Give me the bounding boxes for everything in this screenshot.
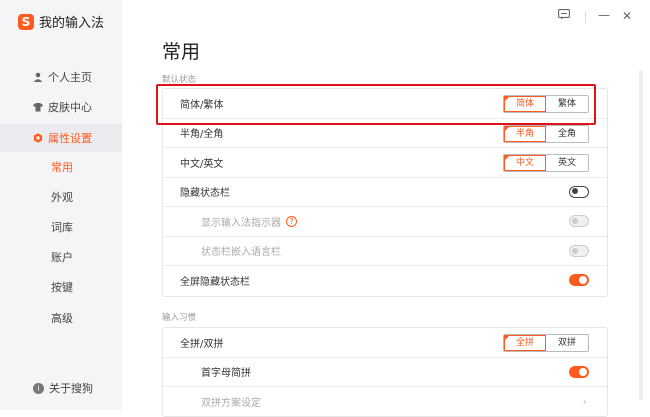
minimize-button[interactable]: — xyxy=(598,8,610,22)
sogou-logo-icon: S xyxy=(18,13,34,30)
option-chinese[interactable]: 中文 xyxy=(504,155,546,171)
setting-row-show-indicator: 显示输入法指示器 ? xyxy=(163,207,607,237)
divider xyxy=(585,11,586,23)
show-indicator-toggle[interactable] xyxy=(569,215,589,227)
setting-label: 隐藏状态栏 xyxy=(180,188,230,200)
setting-label: 半角/全角 xyxy=(180,129,224,141)
section-label-input-habits: 输入习惯 xyxy=(162,313,197,323)
setting-row-chinese-english: 中文/英文 中文 英文 xyxy=(163,148,607,178)
setting-row-half-full-width: 半角/全角 半角 全角 xyxy=(163,119,607,148)
close-button[interactable]: ✕ xyxy=(622,9,632,23)
settings-icon xyxy=(33,133,43,143)
initial-abbreviation-toggle[interactable] xyxy=(569,365,589,378)
option-half-width[interactable]: 半角 xyxy=(504,125,546,142)
hide-status-bar-toggle[interactable] xyxy=(569,185,589,198)
sidebar: S 我的输入法 个人主页 皮肤中心 属性设置 常用 外观 词库 账户 按键 高级… xyxy=(0,0,122,410)
sidebar-item-label: 个人主页 xyxy=(48,71,92,84)
person-icon xyxy=(33,72,43,82)
option-simplified[interactable]: 简体 xyxy=(504,96,546,112)
sidebar-item-label: 皮肤中心 xyxy=(48,101,92,114)
sidebar-subitem-keys[interactable]: 按键 xyxy=(0,275,122,301)
option-traditional[interactable]: 繁体 xyxy=(546,96,588,112)
chinese-english-segmented: 中文 英文 xyxy=(503,154,589,172)
option-full-pinyin[interactable]: 全拼 xyxy=(504,335,546,351)
setting-row-hide-status-bar: 隐藏状态栏 xyxy=(163,178,607,207)
setting-row-embed-language-bar: 状态栏嵌入语言栏 xyxy=(163,237,607,266)
sidebar-subitem-advanced[interactable]: 高级 xyxy=(0,306,122,332)
option-double-pinyin[interactable]: 双拼 xyxy=(546,335,588,351)
simplified-traditional-segmented: 简体 繁体 xyxy=(503,95,589,113)
sidebar-subitem-common[interactable]: 常用 xyxy=(0,155,122,181)
setting-row-fullscreen-hide-status-bar: 全屏隐藏状态栏 xyxy=(163,266,607,296)
setting-label: 简体/繁体 xyxy=(180,99,224,111)
help-icon[interactable]: ? xyxy=(286,215,297,227)
setting-label: 中文/英文 xyxy=(180,158,224,170)
setting-row-double-pinyin-scheme[interactable]: 双拼方案设定 › xyxy=(163,387,607,417)
embed-language-bar-toggle[interactable] xyxy=(569,244,589,257)
chevron-right-icon: › xyxy=(582,395,587,408)
setting-row-simplified-traditional: 简体/繁体 简体 繁体 xyxy=(163,89,607,119)
setting-label: 状态栏嵌入语言栏 xyxy=(201,247,281,259)
setting-label: 显示输入法指示器 xyxy=(201,217,281,229)
setting-label: 全拼/双拼 xyxy=(180,338,224,350)
input-habits-card: 全拼/双拼 全拼 双拼 首字母简拼 双拼方案设定 › xyxy=(162,327,608,417)
option-english[interactable]: 英文 xyxy=(546,155,588,171)
sidebar-subitem-dictionary[interactable]: 词库 xyxy=(0,215,122,241)
sidebar-item-about[interactable]: i 关于搜狗 xyxy=(33,380,93,396)
half-full-width-segmented: 半角 全角 xyxy=(503,124,589,143)
shirt-icon xyxy=(33,102,43,112)
message-icon[interactable] xyxy=(558,9,570,23)
setting-label: 首字母简拼 xyxy=(201,368,251,380)
sidebar-item-label: 属性设置 xyxy=(48,132,92,145)
brand: S 我的输入法 xyxy=(18,12,104,31)
option-full-width[interactable]: 全角 xyxy=(546,126,588,142)
info-icon: i xyxy=(33,382,44,394)
page-title: 常用 xyxy=(162,41,201,63)
setting-row-full-double-pinyin: 全拼/双拼 全拼 双拼 xyxy=(163,328,607,358)
setting-row-initial-abbreviation: 首字母简拼 xyxy=(163,358,607,387)
sidebar-subitem-account[interactable]: 账户 xyxy=(0,245,122,271)
section-label-default-state: 默认状态 xyxy=(162,75,197,85)
setting-label: 全屏隐藏状态栏 xyxy=(180,277,250,289)
setting-label: 双拼方案设定 xyxy=(201,398,261,410)
default-state-card: 简体/繁体 简体 繁体 半角/全角 半角 全角 中文/英文 中文 英文 隐藏状态… xyxy=(162,88,608,297)
fullscreen-hide-status-bar-toggle[interactable] xyxy=(569,274,589,286)
scrollbar[interactable] xyxy=(639,70,643,400)
sidebar-subitem-appearance[interactable]: 外观 xyxy=(0,185,122,211)
full-double-pinyin-segmented: 全拼 双拼 xyxy=(503,334,589,352)
sidebar-item-skin[interactable]: 皮肤中心 xyxy=(0,93,122,121)
sidebar-item-profile[interactable]: 个人主页 xyxy=(0,63,122,91)
sidebar-item-label: 关于搜狗 xyxy=(49,382,93,395)
app-name: 我的输入法 xyxy=(39,16,105,31)
sidebar-item-settings[interactable]: 属性设置 xyxy=(0,124,122,152)
